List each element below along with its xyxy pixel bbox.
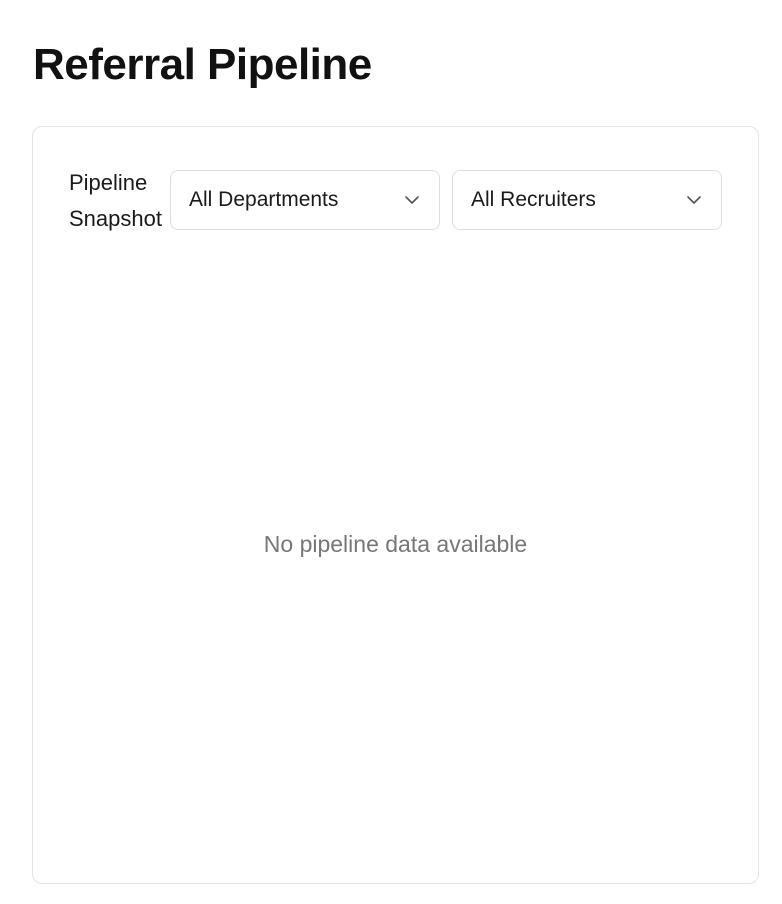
department-select-value: All Departments — [189, 188, 339, 211]
department-select[interactable]: All Departments — [170, 170, 440, 230]
chevron-down-icon — [403, 191, 421, 209]
recruiter-select[interactable]: All Recruiters — [452, 170, 722, 230]
chevron-down-icon — [685, 191, 703, 209]
page: Referral Pipeline Pipeline Snapshot All … — [0, 0, 782, 904]
snapshot-label-line1: Pipeline — [69, 170, 148, 195]
page-title: Referral Pipeline — [33, 40, 372, 89]
recruiter-select-value: All Recruiters — [471, 188, 596, 211]
empty-state-message: No pipeline data available — [263, 531, 528, 557]
pipeline-card: Pipeline Snapshot All Departments All Re… — [32, 126, 759, 884]
snapshot-label-line2: Snapshot — [69, 206, 162, 231]
card-header: Pipeline Snapshot All Departments All Re… — [69, 165, 723, 237]
pipeline-snapshot-label: Pipeline Snapshot — [69, 165, 177, 237]
